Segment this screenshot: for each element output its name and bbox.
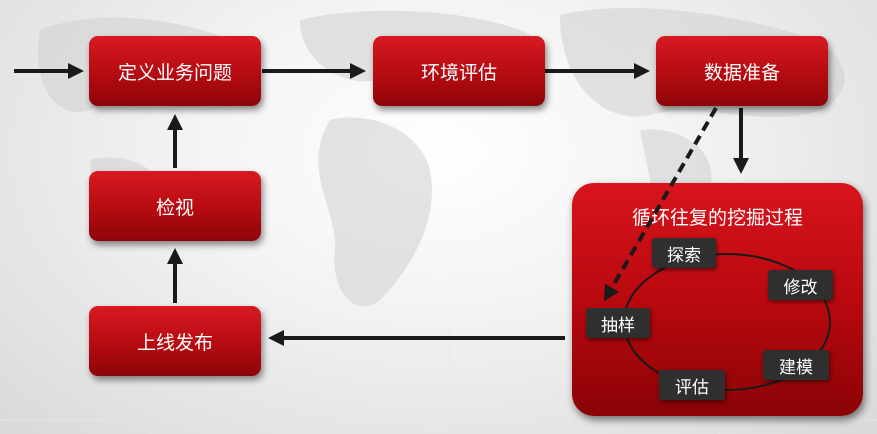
step-model: 建模 — [763, 350, 829, 380]
step-modify: 修改 — [768, 270, 833, 300]
step-sample: 抽样 — [586, 308, 650, 338]
step-evaluate: 评估 — [659, 370, 725, 400]
step-explore: 探索 — [652, 238, 716, 268]
loop-diagram — [603, 106, 831, 391]
